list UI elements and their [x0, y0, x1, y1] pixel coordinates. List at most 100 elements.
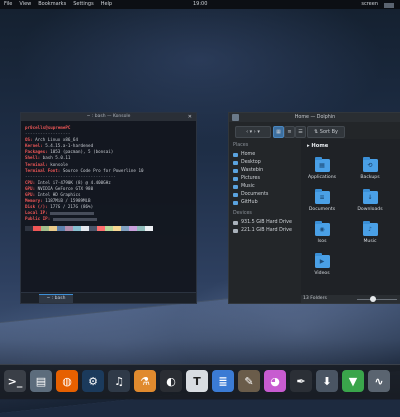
downloader-icon[interactable]: ⬇ — [316, 370, 338, 392]
menu-settings[interactable]: Settings — [73, 0, 94, 9]
place-wastebin[interactable]: Wastebin — [229, 167, 299, 175]
palette-swatch — [81, 225, 89, 231]
place-label: Wastebin — [241, 168, 264, 173]
navigation-buttons[interactable]: ‹ ▾ › ▾ — [235, 126, 271, 138]
tab-bash[interactable]: ~ : bash — [39, 294, 73, 303]
info-key: OS: — [25, 137, 33, 143]
dolphin-window[interactable]: Home — Dolphin ‹ ▾ › ▾ ▦ ≡ ☰ ⇅ Sort By P… — [228, 112, 400, 304]
info-value: 5.4.15.a-1-hardened — [45, 143, 94, 149]
info-value: bash 5.0.11 — [42, 155, 71, 161]
gimp-icon[interactable]: ✎ — [238, 370, 260, 392]
folder-label: Videos — [314, 271, 330, 276]
place-documents[interactable]: Documents — [229, 191, 299, 199]
steam-icon[interactable]: ⚙ — [82, 370, 104, 392]
beaker-icon[interactable]: ⚗ — [134, 370, 156, 392]
device-drive-1[interactable]: 931.5 GiB Hard Drive — [229, 219, 299, 227]
folder-label: Backups — [360, 175, 380, 180]
place-github[interactable]: GitHub — [229, 199, 299, 207]
firefox-icon[interactable]: ◍ — [56, 370, 78, 392]
palette-swatch — [25, 225, 33, 231]
desktop-icon — [233, 161, 238, 165]
palette-swatch — [57, 225, 65, 231]
folder-backups[interactable]: ⟲ Backups — [353, 157, 387, 180]
pictures-icon — [233, 177, 238, 181]
place-label: Pictures — [241, 176, 260, 181]
compact-view-button[interactable]: ≡ — [284, 126, 295, 138]
device-label: 931.5 GiB Hard Drive — [241, 220, 292, 225]
folder-applications[interactable]: ▦ Applications — [305, 157, 339, 180]
place-desktop[interactable]: Desktop — [229, 159, 299, 167]
details-view-button[interactable]: ☰ — [295, 126, 306, 138]
terminal-output[interactable]: pr0cells@supremePC ------------------ OS… — [25, 125, 193, 231]
konsole-title: ~ : bash — Konsole — [86, 114, 131, 119]
hard-drive-icon — [233, 221, 238, 225]
hw-key: Disk (/): — [25, 204, 48, 210]
hw-key: Memory: — [25, 198, 43, 204]
folder-label: Music — [363, 239, 377, 244]
hw-value: 1187MiB / 15989MiB — [45, 198, 91, 204]
place-label: Documents — [241, 192, 269, 197]
tray-indicator-icon[interactable] — [384, 3, 394, 8]
folder-downloads[interactable]: ↓ Downloads — [353, 189, 387, 212]
menu-help[interactable]: Help — [101, 0, 112, 9]
hw-key: GPU: — [25, 185, 36, 191]
palette-swatch — [41, 225, 49, 231]
clock[interactable]: 19:00 — [193, 0, 207, 9]
info-key: Terminal: — [25, 161, 48, 167]
terminal-icon[interactable]: >_ — [4, 370, 26, 392]
place-label: GitHub — [241, 200, 258, 205]
notes-icon[interactable]: ≣ — [212, 370, 234, 392]
zoom-slider-track[interactable] — [357, 298, 397, 300]
palette-swatch — [97, 225, 105, 231]
dock: >_ ▤ ◍ ⚙ ♫ ⚗ ◐ T ≣ ✎ ◕ ✒ ⬇ ▼ ∿ — [0, 364, 400, 399]
documents-icon — [233, 193, 238, 197]
palette-swatch — [49, 225, 57, 231]
info-key: Kernel: — [25, 143, 43, 149]
sort-label: Sort By — [319, 129, 338, 135]
dolphin-titlebar[interactable]: Home — Dolphin — [229, 113, 400, 122]
color-picker-icon[interactable]: ◕ — [264, 370, 286, 392]
inkscape-icon[interactable]: ✒ — [290, 370, 312, 392]
dolphin-title: Home — Dolphin — [294, 115, 336, 120]
zoom-slider-handle[interactable] — [370, 296, 376, 302]
redacted-local-ip — [50, 211, 95, 215]
headphones-icon[interactable]: ♫ — [108, 370, 130, 392]
system-monitor-icon[interactable]: ∿ — [368, 370, 390, 392]
global-menu: File View Bookmarks Settings Help — [4, 0, 112, 9]
downloads-folder-icon: ↓ — [362, 189, 378, 204]
konsole-titlebar[interactable]: ~ : bash — Konsole ✕ — [21, 113, 196, 121]
hw-value: Intel HD Graphics — [37, 192, 81, 198]
typora-icon[interactable]: T — [186, 370, 208, 392]
place-music[interactable]: Music — [229, 183, 299, 191]
hw-key: Public IP: — [25, 216, 51, 222]
folder-isos[interactable]: ◉ Isos — [305, 221, 339, 244]
folder-documents[interactable]: ≡ Documents — [305, 189, 339, 212]
tray-label[interactable]: screen — [361, 0, 378, 9]
file-manager-icon[interactable]: ▤ — [30, 370, 52, 392]
place-home[interactable]: Home — [229, 151, 299, 159]
place-pictures[interactable]: Pictures — [229, 175, 299, 183]
menu-file[interactable]: File — [4, 0, 12, 9]
folder-icon: ▦ — [314, 157, 330, 172]
file-view[interactable]: ▸ Home ▦ Applications ⟲ Backups ≡ Docume… — [301, 139, 400, 295]
menu-bookmarks[interactable]: Bookmarks — [38, 0, 66, 9]
folder-music[interactable]: ♪ Music — [353, 221, 387, 244]
menu-view[interactable]: View — [19, 0, 31, 9]
konsole-window[interactable]: ~ : bash — Konsole ✕ pr0cells@supremePC … — [20, 112, 197, 304]
home-icon — [233, 153, 238, 157]
icons-view-button[interactable]: ▦ — [273, 126, 284, 138]
konsole-tabbar: ~ : bash — [21, 292, 196, 303]
sort-by-button[interactable]: ⇅ Sort By — [307, 126, 345, 138]
breadcrumb[interactable]: ▸ Home — [307, 143, 328, 149]
palette-swatch — [137, 225, 145, 231]
github-icon[interactable]: ◐ — [160, 370, 182, 392]
info-key: Terminal Font: — [25, 167, 61, 173]
place-label: Music — [241, 184, 255, 189]
places-header: Places — [233, 143, 249, 148]
folder-videos[interactable]: ▶ Videos — [305, 253, 339, 276]
info-value: Source Code Pro for Powerline 10 — [62, 167, 144, 173]
device-drive-2[interactable]: 221.1 GiB Hard Drive — [229, 227, 299, 235]
close-icon[interactable]: ✕ — [188, 114, 192, 120]
download-manager-icon[interactable]: ▼ — [342, 370, 364, 392]
place-label: Home — [241, 152, 256, 157]
